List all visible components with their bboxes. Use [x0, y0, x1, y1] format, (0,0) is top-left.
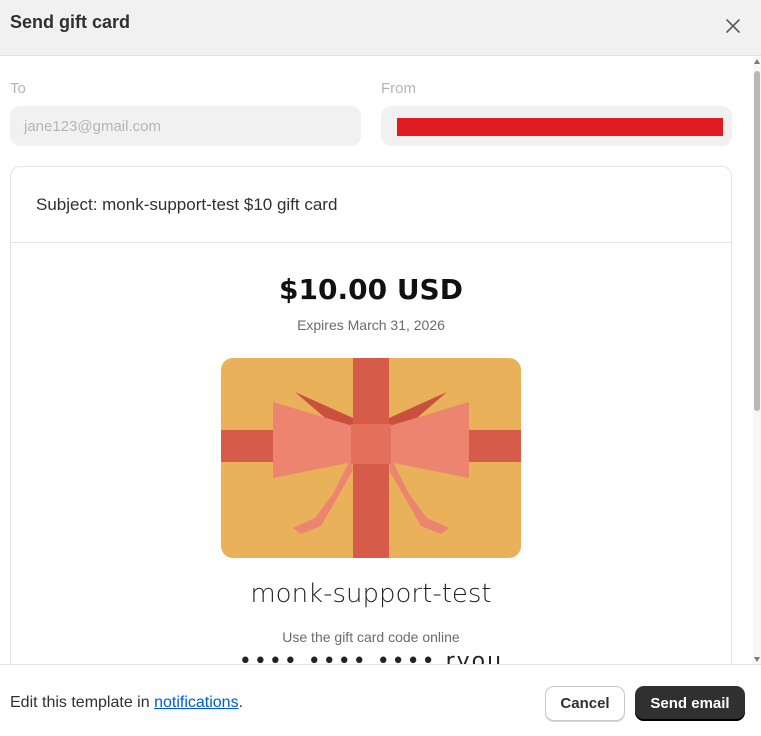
edit-template-prefix: Edit this template in [10, 694, 155, 711]
redacted-from-value [397, 118, 723, 136]
gift-card-image [221, 358, 521, 558]
email-subject: Subject: monk-support-test $10 gift card [36, 195, 338, 214]
scroll-up-arrow[interactable] [754, 59, 760, 64]
email-preview-card: Subject: monk-support-test $10 gift card… [10, 166, 732, 664]
to-label: To [10, 80, 26, 97]
gift-card-amount: $10.00 USD [279, 273, 463, 306]
edit-template-suffix: . [238, 694, 244, 711]
modal-body: To jane123@gmail.com From Subject: monk-… [0, 57, 753, 664]
modal-footer: Edit this template in notifications. Can… [0, 664, 761, 736]
gift-card-expiry: Expires March 31, 2026 [297, 317, 445, 333]
edit-template-text: Edit this template in notifications. [10, 694, 243, 712]
gift-card-code: •••• •••• •••• ryou [238, 649, 504, 664]
subject-row: Subject: monk-support-test $10 gift card [11, 167, 731, 243]
from-label: From [381, 80, 416, 97]
modal-title: Send gift card [10, 12, 131, 32]
scrollbar-thumb[interactable] [754, 71, 760, 411]
send-email-button[interactable]: Send email [635, 686, 745, 721]
close-button[interactable] [719, 12, 747, 40]
gift-card-instructions: Use the gift card code online [282, 629, 460, 645]
from-field[interactable] [381, 106, 732, 146]
modal-header: Send gift card [0, 0, 761, 56]
send-gift-card-modal: Send gift card To jane123@gmail.com From… [0, 0, 761, 736]
scroll-down-arrow[interactable] [754, 657, 760, 662]
to-email-value: jane123@gmail.com [24, 117, 161, 135]
close-icon [726, 19, 740, 33]
to-email-field[interactable]: jane123@gmail.com [10, 106, 361, 146]
store-name: monk-support-test [250, 579, 492, 609]
cancel-button[interactable]: Cancel [545, 686, 625, 721]
scrollbar[interactable] [753, 57, 761, 664]
notifications-link[interactable]: notifications [154, 694, 239, 711]
